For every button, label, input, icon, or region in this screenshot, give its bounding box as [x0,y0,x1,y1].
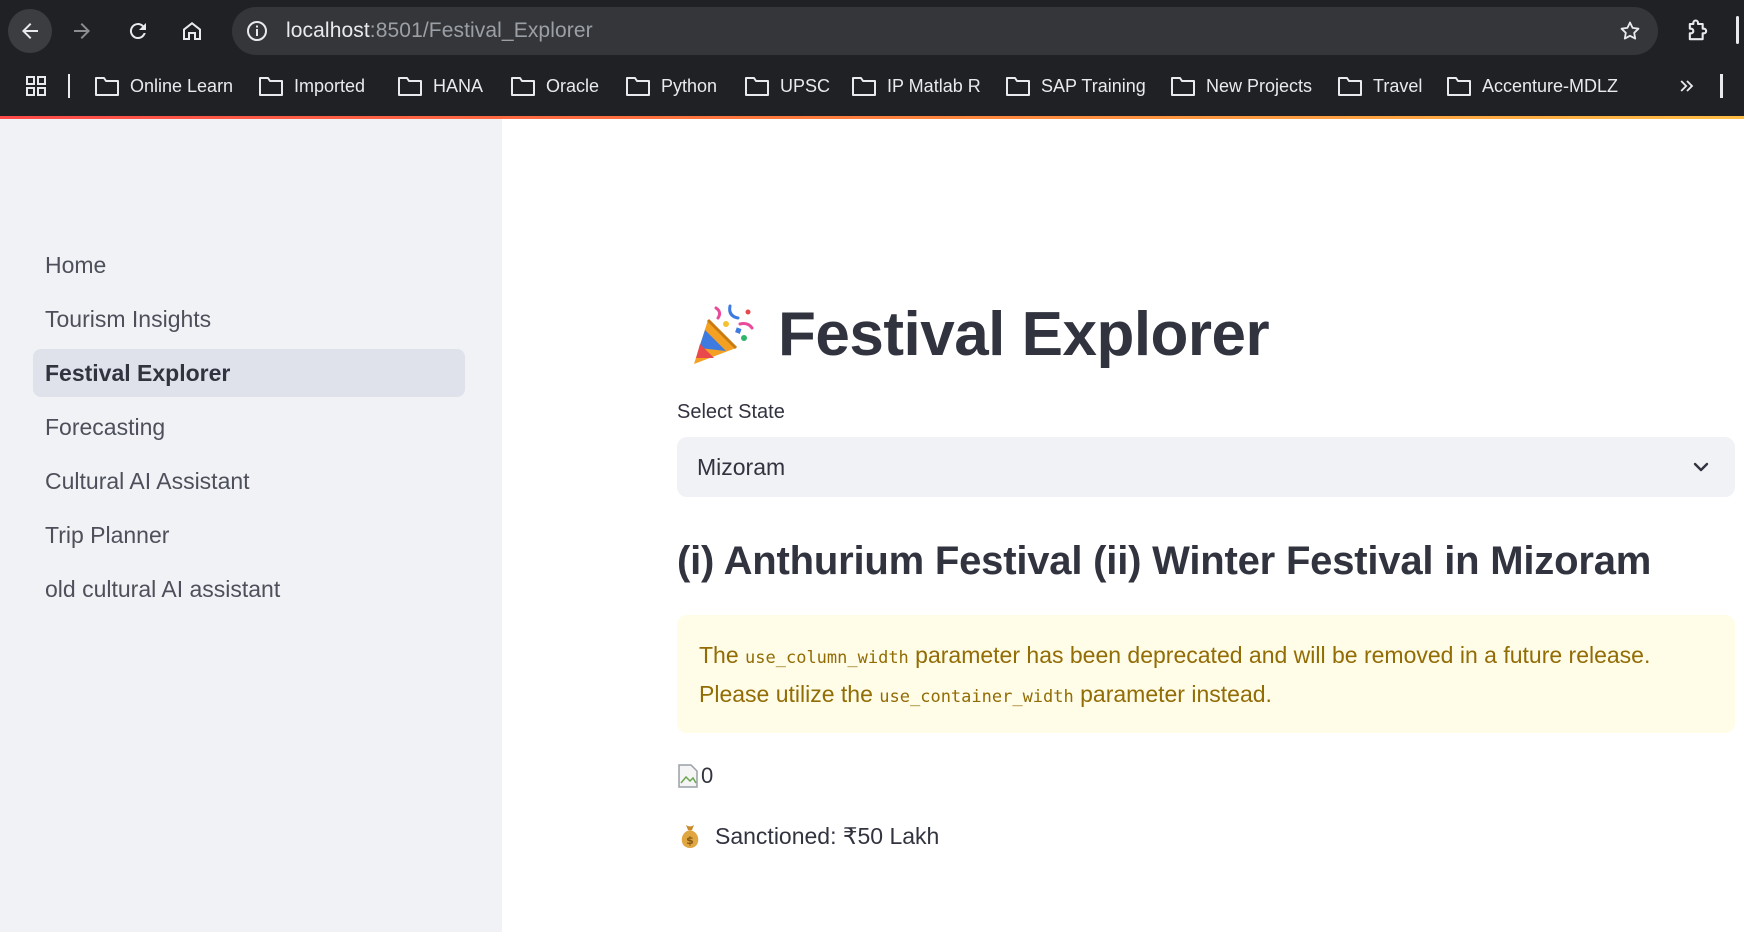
folder-icon [1447,77,1471,96]
warning-code: use_column_width [745,648,909,668]
sidebar-item-label: Tourism Insights [45,305,212,332]
folder-icon [1338,77,1362,96]
main-content: Festival Explorer Select State Mizoram (… [502,119,1744,932]
money-bag-icon: $ [681,825,699,848]
bookmark-label: HANA [433,75,484,96]
bookmark-label: New Projects [1206,75,1313,96]
folder-icon [1171,77,1195,96]
sidebar-item-trip-planner[interactable]: Trip Planner [33,511,465,559]
bookmarks-divider [68,74,70,98]
extensions-puzzle-icon[interactable] [1680,13,1716,49]
party-popper-icon [694,304,754,364]
folder-icon [259,77,283,96]
sidebar: Home Tourism Insights Festival Explorer … [0,119,502,932]
folder-icon [398,77,422,96]
bookmark-label: SAP Training [1041,75,1146,96]
bookmark-folder[interactable]: HANA [397,70,483,102]
warning-text: The [699,642,746,668]
reload-button[interactable] [116,9,160,53]
reload-icon [129,23,146,40]
bookmark-label: IP Matlab R [887,75,981,96]
select-state-label: Select State [677,401,785,423]
bookmark-folder[interactable]: IP Matlab R [851,70,981,102]
bookmark-label: Imported [294,75,366,96]
arrow-left-icon [22,23,38,39]
address-bar[interactable]: localhost:8501/Festival_Explorer [232,7,1658,55]
deprecation-warning: The use_column_width parameter has been … [677,615,1735,733]
folder-icon [745,77,769,96]
state-select[interactable]: Mizoram [677,437,1735,497]
bookmark-label: Accenture-MDLZ [1482,75,1619,96]
sidebar-item-tourism-insights[interactable]: Tourism Insights [33,295,465,343]
bookmark-folder[interactable]: UPSC [744,70,830,102]
sidebar-item-label: old cultural AI assistant [45,575,281,602]
sidebar-item-label: Festival Explorer [45,359,231,386]
toolbar-edge-divider [1736,16,1739,44]
bookmark-folder[interactable]: New Projects [1170,70,1312,102]
arrow-right-icon [74,23,90,39]
folder-icon [1006,77,1030,96]
bookmark-label: Online Learn [130,75,234,96]
broken-image-icon [678,764,698,788]
bookmark-label: UPSC [780,75,831,96]
sidebar-item-forecasting[interactable]: Forecasting [33,403,465,451]
bookmarks-edge-divider [1720,74,1723,98]
festival-subheader: (i) Anthurium Festival (ii) Winter Festi… [677,539,1652,583]
bookmark-folder[interactable]: Travel [1337,70,1422,102]
sidebar-item-cultural-ai-assistant[interactable]: Cultural AI Assistant [33,457,465,505]
url-host: localhost [286,19,370,42]
url-path: :8501/Festival_Explorer [369,19,593,42]
sidebar-item-home[interactable]: Home [33,241,465,289]
folder-icon [95,77,119,96]
page-title-text: Festival Explorer [778,299,1270,369]
sanctioned-amount: $ Sanctioned: ₹50 Lakh [677,819,939,853]
bookmarks-bar: Online Learn Imported HANA Oracle Python… [0,66,1744,106]
more-bookmarks-chevron-icon[interactable] [1674,73,1700,99]
forward-button[interactable] [60,9,104,53]
browser-toolbar: localhost:8501/Festival_Explorer [0,0,1744,62]
bookmark-label: Python [661,75,718,96]
home-icon [183,22,201,40]
site-info-icon[interactable] [240,14,274,48]
browser-chrome: localhost:8501/Festival_Explorer Online … [0,0,1744,118]
page-title: Festival Explorer [686,294,1270,374]
sidebar-item-label: Trip Planner [45,521,170,548]
bookmark-folder[interactable]: Imported [258,70,365,102]
bookmark-label: Travel [1373,75,1423,96]
bookmark-label: Oracle [546,75,600,96]
chevron-down-icon [1693,462,1709,472]
folder-icon [626,77,650,96]
image-alt-text: 0 [701,763,714,788]
bookmark-folder[interactable]: Python [625,70,717,102]
bookmark-folder[interactable]: Online Learn [94,70,233,102]
sidebar-item-label: Cultural AI Assistant [45,467,250,494]
warning-code: use_container_width [879,687,1074,707]
folder-icon [511,77,535,96]
sidebar-item-old-cultural-ai-assistant[interactable]: old cultural AI assistant [33,565,465,613]
bookmark-star-icon[interactable] [1614,15,1646,47]
bookmark-folder[interactable]: SAP Training [1005,70,1146,102]
warning-text: parameter instead. [1073,681,1272,707]
sidebar-item-label: Forecasting [45,413,166,440]
back-button[interactable] [8,9,52,53]
sidebar-item-label: Home [45,251,107,278]
state-select-value: Mizoram [697,453,786,480]
apps-grid-icon[interactable] [24,74,48,98]
bookmark-folder[interactable]: Oracle [510,70,599,102]
home-button[interactable] [170,9,214,53]
sidebar-item-festival-explorer[interactable]: Festival Explorer [33,349,465,397]
folder-icon [852,77,876,96]
svg-text:$: $ [686,834,694,847]
url-text: localhost:8501/Festival_Explorer [286,19,593,43]
festival-image: 0 [677,759,713,789]
bookmark-folder[interactable]: Accenture-MDLZ [1446,70,1618,102]
sanctioned-text: Sanctioned: ₹50 Lakh [715,822,940,849]
